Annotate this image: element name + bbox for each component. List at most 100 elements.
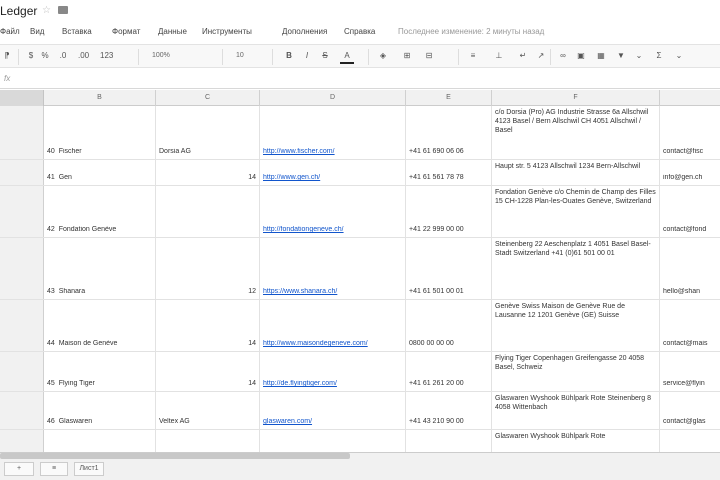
- column-header-f[interactable]: F: [492, 90, 660, 106]
- percent-icon[interactable]: %: [40, 51, 50, 61]
- cell-address[interactable]: Steinenberg 22 Aeschenplatz 1 4051 Basel…: [492, 238, 660, 299]
- formula-bar[interactable]: fx: [0, 69, 720, 89]
- chart-icon[interactable]: ▦: [596, 51, 606, 61]
- cell-name[interactable]: 40 Fischer: [44, 106, 156, 159]
- cell-email[interactable]: [660, 430, 720, 452]
- italic-icon[interactable]: I: [302, 51, 312, 61]
- cell-address[interactable]: Glaswaren Wyshook Bühlpark Rote Steinenb…: [492, 392, 660, 429]
- menu-file[interactable]: Файл: [0, 27, 20, 36]
- cell-url[interactable]: http://www.gen.ch/: [260, 160, 406, 185]
- cell-name[interactable]: [44, 430, 156, 452]
- cell-address[interactable]: Glaswaren Wyshook Bühlpark Rote: [492, 430, 660, 452]
- add-sheet-button[interactable]: +: [4, 462, 34, 476]
- merge-cells-icon[interactable]: ⊟: [424, 51, 434, 61]
- select-all-corner[interactable]: [0, 90, 44, 106]
- cell-extra[interactable]: Veltex AG: [156, 392, 260, 429]
- cell-address[interactable]: Haupt str. 5 4123 Allschwil 1234 Bern-Al…: [492, 160, 660, 185]
- fill-color-icon[interactable]: ◈: [378, 51, 388, 61]
- currency-icon[interactable]: $: [26, 51, 36, 61]
- comment-icon[interactable]: ▣: [576, 51, 586, 61]
- row-header[interactable]: [0, 160, 44, 185]
- website-link[interactable]: http://fondationgeneve.ch/: [263, 226, 403, 233]
- cell-extra[interactable]: Dorsia AG: [156, 106, 260, 159]
- cell-phone[interactable]: 0800 00 00 00: [406, 300, 492, 351]
- menu-addons[interactable]: Дополнения: [282, 27, 327, 36]
- last-edit-status[interactable]: Последнее изменение: 2 минуты назад: [398, 27, 544, 36]
- cell-name[interactable]: 45 Flying Tiger: [44, 352, 156, 391]
- paint-format-icon[interactable]: ⁋: [2, 51, 12, 61]
- cell-url[interactable]: glaswaren.com/: [260, 392, 406, 429]
- cell-phone[interactable]: +41 22 999 00 00: [406, 186, 492, 237]
- row-header[interactable]: [0, 106, 44, 159]
- bold-icon[interactable]: B: [284, 51, 294, 61]
- cell-email[interactable]: contact@fond: [660, 186, 720, 237]
- row-header[interactable]: [0, 430, 44, 452]
- text-color-icon[interactable]: A: [342, 51, 352, 61]
- link-icon[interactable]: ∞: [558, 51, 568, 61]
- sheet-list-button[interactable]: ≡: [40, 462, 68, 476]
- cell-name[interactable]: 42 Fondation Genève: [44, 186, 156, 237]
- website-link[interactable]: http://www.maisondegeneve.com/: [263, 340, 403, 347]
- cell-extra[interactable]: [156, 430, 260, 452]
- cell-url[interactable]: http://de.flyingtiger.com/: [260, 352, 406, 391]
- cell-extra[interactable]: 14: [156, 300, 260, 351]
- website-link[interactable]: http://www.fischer.com/: [263, 148, 403, 155]
- strikethrough-icon[interactable]: S: [320, 51, 330, 61]
- menu-view[interactable]: Вид: [30, 27, 44, 36]
- cell-url[interactable]: [260, 430, 406, 452]
- cell-email[interactable]: info@gen.ch: [660, 160, 720, 185]
- menu-tools[interactable]: Инструменты: [202, 27, 252, 36]
- cell-email[interactable]: contact@fisc: [660, 106, 720, 159]
- cell-extra[interactable]: 14: [156, 352, 260, 391]
- menu-help[interactable]: Справка: [344, 27, 375, 36]
- text-rotation-icon[interactable]: ↗: [536, 51, 546, 61]
- cell-extra[interactable]: [156, 186, 260, 237]
- row-header[interactable]: [0, 352, 44, 391]
- cell-phone[interactable]: [406, 430, 492, 452]
- wrap-text-icon[interactable]: ↵: [518, 51, 528, 61]
- column-header-d[interactable]: D: [260, 90, 406, 106]
- cell-name[interactable]: 41 Gen: [44, 160, 156, 185]
- cell-url[interactable]: http://www.fischer.com/: [260, 106, 406, 159]
- borders-icon[interactable]: ⊞: [402, 51, 412, 61]
- decimal-decrease-icon[interactable]: .0: [58, 51, 68, 61]
- column-header-c[interactable]: C: [156, 90, 260, 106]
- cell-address[interactable]: c/o Dorsia (Pro) AG Industrie Strasse 6a…: [492, 106, 660, 159]
- filter-icon[interactable]: ▼: [616, 51, 626, 61]
- column-header-g[interactable]: [660, 90, 720, 106]
- row-header[interactable]: [0, 186, 44, 237]
- decimal-increase-icon[interactable]: .00: [78, 51, 89, 61]
- menu-insert[interactable]: Вставка: [62, 27, 92, 36]
- website-link[interactable]: https://www.shanara.ch/: [263, 288, 403, 295]
- cell-name[interactable]: 44 Maison de Genève: [44, 300, 156, 351]
- row-header[interactable]: [0, 300, 44, 351]
- cell-address[interactable]: Genève Swiss Maison de Genève Rue de Lau…: [492, 300, 660, 351]
- column-header-b[interactable]: B: [44, 90, 156, 106]
- cell-name[interactable]: 46 Glaswaren: [44, 392, 156, 429]
- cell-phone[interactable]: +41 61 561 78 78: [406, 160, 492, 185]
- spreadsheet-grid[interactable]: B C D E F 40 Fischer Dorsia AG http://ww…: [0, 90, 720, 452]
- cell-email[interactable]: service@flyin: [660, 352, 720, 391]
- cell-phone[interactable]: +41 61 690 06 06: [406, 106, 492, 159]
- horizontal-scrollbar[interactable]: [0, 453, 350, 459]
- star-icon[interactable]: ☆: [42, 5, 51, 16]
- website-link[interactable]: http://www.gen.ch/: [263, 174, 403, 181]
- website-link[interactable]: glaswaren.com/: [263, 418, 403, 425]
- cell-url[interactable]: http://www.maisondegeneve.com/: [260, 300, 406, 351]
- cell-url[interactable]: http://fondationgeneve.ch/: [260, 186, 406, 237]
- cell-phone[interactable]: +41 43 210 90 00: [406, 392, 492, 429]
- cell-url[interactable]: https://www.shanara.ch/: [260, 238, 406, 299]
- row-header[interactable]: [0, 238, 44, 299]
- menu-format[interactable]: Формат: [112, 27, 140, 36]
- font-name-dropdown[interactable]: 100%: [152, 52, 170, 59]
- vertical-align-icon[interactable]: ⊥: [494, 51, 504, 61]
- cell-phone[interactable]: +41 61 501 00 01: [406, 238, 492, 299]
- folder-icon[interactable]: [58, 6, 68, 14]
- cell-email[interactable]: contact@glas: [660, 392, 720, 429]
- document-title[interactable]: Ledger: [0, 4, 37, 18]
- font-size-dropdown[interactable]: 10: [236, 52, 244, 59]
- menu-data[interactable]: Данные: [158, 27, 187, 36]
- cell-address[interactable]: Flying Tiger Copenhagen Greifengasse 20 …: [492, 352, 660, 391]
- cell-extra[interactable]: 12: [156, 238, 260, 299]
- cell-address[interactable]: Fondation Genève c/o Chemin de Champ des…: [492, 186, 660, 237]
